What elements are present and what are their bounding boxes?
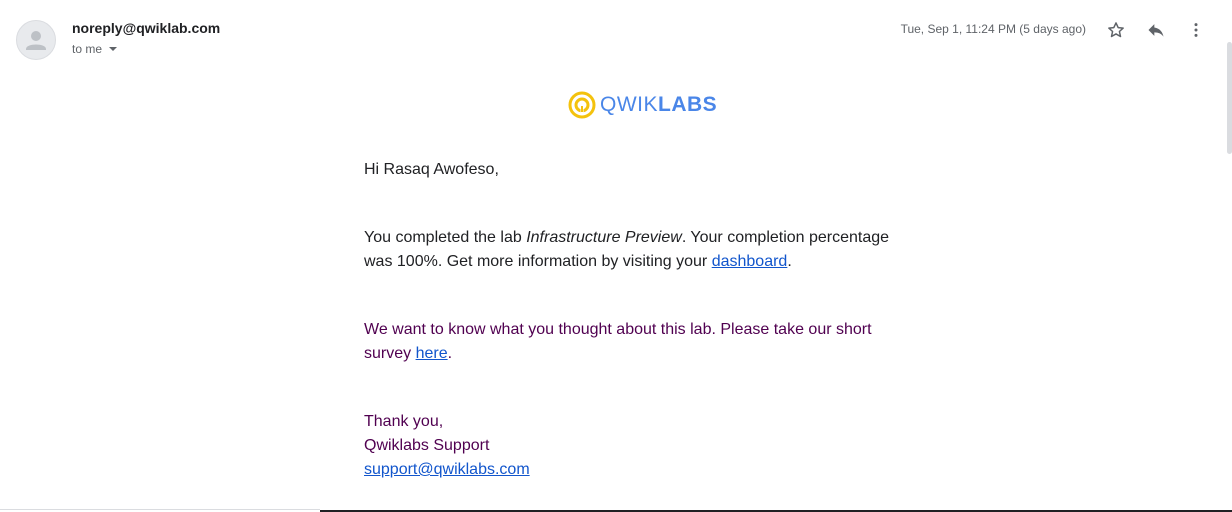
qwiklabs-logo-icon [568, 91, 596, 119]
logo-wordmark: QWIKLABS [600, 93, 717, 117]
signoff: Thank you, Qwiklabs Support support@qwik… [364, 410, 904, 482]
survey-paragraph: We want to know what you thought about t… [364, 318, 904, 366]
logo-wordmark-part2: LABS [658, 93, 718, 116]
sender-avatar[interactable] [16, 20, 56, 60]
more-vert-icon[interactable] [1184, 18, 1208, 42]
email-date: Tue, Sep 1, 11:24 PM (5 days ago) [900, 22, 1086, 36]
survey-link[interactable]: here [416, 345, 448, 362]
team-name: Qwiklabs Support [364, 437, 490, 454]
scrollbar-thumb[interactable] [1227, 42, 1232, 154]
email-body: Hi Rasaq Awofeso, You completed the lab … [364, 158, 904, 482]
dashboard-link[interactable]: dashboard [712, 253, 788, 270]
completion-text-start: You completed the lab [364, 229, 527, 246]
completion-paragraph: You completed the lab Infrastructure Pre… [364, 226, 904, 274]
sender-address[interactable]: noreply@qwiklab.com [72, 20, 220, 36]
logo-wordmark-part1: QWIK [600, 93, 658, 116]
recipient-label: to me [72, 42, 103, 56]
thanks-line: Thank you, [364, 413, 444, 430]
divider [0, 509, 320, 510]
lab-name: Infrastructure Preview [526, 229, 682, 246]
survey-text-end: . [447, 345, 453, 362]
support-email-link[interactable]: support@qwiklabs.com [364, 461, 530, 478]
qwiklabs-logo: QWIKLABS [568, 91, 717, 119]
chevron-down-icon[interactable] [106, 42, 120, 56]
email-view: noreply@qwiklab.com to me Tue, Sep 1, 11… [0, 0, 1232, 512]
recipient-line: to me [72, 42, 120, 56]
completion-text-end: . [787, 253, 792, 270]
star-icon[interactable] [1104, 18, 1128, 42]
avatar-icon [26, 31, 46, 50]
greeting: Hi Rasaq Awofeso, [364, 161, 499, 178]
reply-icon[interactable] [1144, 18, 1168, 42]
